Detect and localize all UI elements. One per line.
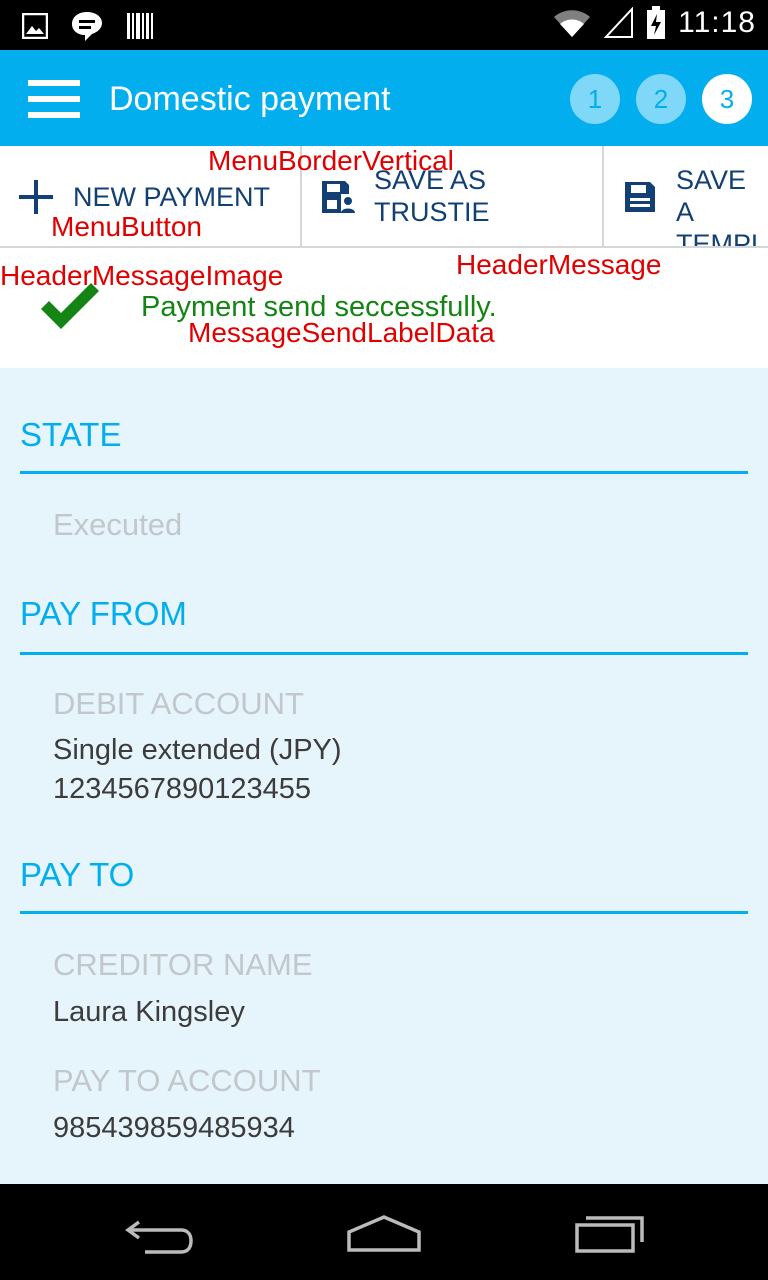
barcode-icon <box>127 13 153 39</box>
back-icon[interactable] <box>125 1216 195 1256</box>
debit-account-number: 1234567890123455 <box>53 773 312 805</box>
step-indicator: 1 2 3 <box>570 74 752 124</box>
annotation-message-send-label-data: MessageSendLabelData <box>188 317 495 348</box>
state-value: Executed <box>53 507 183 542</box>
battery-charging-icon <box>647 6 666 39</box>
hamburger-menu-icon[interactable] <box>28 80 80 120</box>
save-as-template-label-line1: SAVE A <box>676 165 747 227</box>
creditor-name-label: CREDITOR NAME <box>53 947 313 982</box>
section-title-state: STATE <box>20 416 122 453</box>
pay-to-account-label: PAY TO ACCOUNT <box>53 1063 321 1098</box>
save-icon <box>625 182 655 212</box>
system-nav-bar <box>0 1184 768 1280</box>
payment-details: STATE Executed PAY FROM DEBIT ACCOUNT Si… <box>0 368 768 1184</box>
page-title: Domestic payment <box>109 80 391 118</box>
home-icon[interactable] <box>346 1214 422 1254</box>
debit-account-name: Single extended (JPY) <box>53 734 342 766</box>
status-time: 11:18 <box>678 6 756 39</box>
debit-account-label: DEBIT ACCOUNT <box>53 686 304 721</box>
pay-to-account: 985439859485934 <box>53 1112 295 1144</box>
chat-bubble-icon <box>72 12 102 41</box>
plus-icon <box>19 180 53 214</box>
save-as-template-label: SAVE A TEMPL <box>676 164 768 248</box>
annotation-header-message-image: HeaderMessageImage <box>0 260 284 291</box>
image-icon <box>22 13 48 39</box>
section-title-pay-from: PAY FROM <box>20 595 187 632</box>
step-1: 1 <box>570 74 620 124</box>
recent-apps-icon[interactable] <box>574 1214 646 1254</box>
step-3: 3 <box>702 74 752 124</box>
save-as-template-button[interactable]: SAVE A TEMPL <box>604 146 768 246</box>
section-divider <box>20 652 748 655</box>
status-bar-system: 11:18 <box>552 6 756 40</box>
creditor-name: Laura Kingsley <box>53 996 245 1028</box>
signal-icon <box>604 7 634 38</box>
step-2: 2 <box>636 74 686 124</box>
section-divider <box>20 911 748 914</box>
section-divider <box>20 471 748 474</box>
annotation-header-message: HeaderMessage <box>456 249 662 280</box>
save-as-trustie-label-line2: TRUSTIE <box>374 197 490 227</box>
save-person-icon <box>322 181 355 213</box>
annotation-menu-button: MenuButton <box>51 211 202 242</box>
app-bar: Domestic payment 1 2 3 <box>0 50 768 146</box>
wifi-icon <box>554 10 591 37</box>
save-as-template-label-line2: TEMPL <box>676 229 767 248</box>
status-bar: 11:18 <box>0 0 768 50</box>
section-title-pay-to: PAY TO <box>20 856 135 893</box>
new-payment-label: NEW PAYMENT <box>73 182 271 212</box>
annotation-menu-border-vertical: MenuBorderVertical <box>208 145 454 176</box>
status-bar-notifications <box>22 10 154 42</box>
